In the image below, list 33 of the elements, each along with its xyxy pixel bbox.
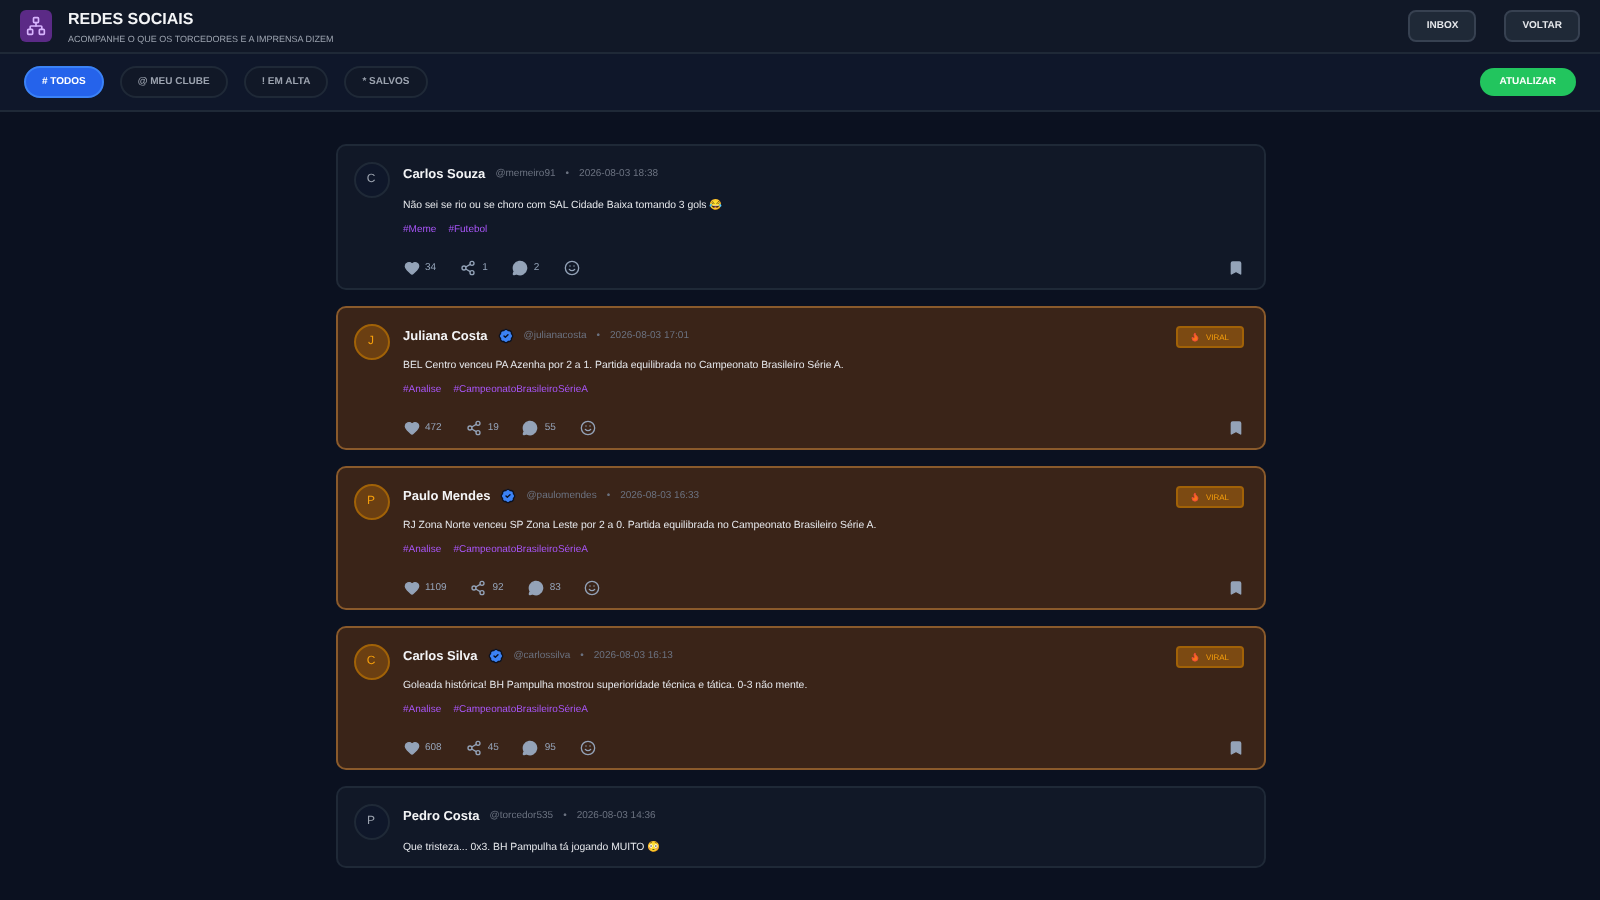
bookmark-icon <box>1227 740 1243 756</box>
smiley-icon <box>563 260 580 276</box>
share-icon <box>465 420 482 436</box>
bookmark-icon <box>1227 580 1243 596</box>
heart-icon <box>403 580 419 596</box>
reaction-button[interactable] <box>563 260 580 276</box>
speech-bubble-icon <box>527 580 544 596</box>
speech-bubble-icon <box>522 420 539 436</box>
reaction-button[interactable] <box>579 420 596 436</box>
flame-icon <box>1189 651 1200 661</box>
reaction-button[interactable] <box>579 740 596 756</box>
share-icon <box>470 580 487 596</box>
bookmark-button[interactable] <box>1227 260 1243 276</box>
bookmark-button[interactable] <box>1227 420 1243 436</box>
reaction-button[interactable] <box>584 580 601 596</box>
flame-icon <box>1189 331 1200 341</box>
speech-bubble-icon <box>522 740 539 756</box>
network-icon <box>26 16 46 36</box>
smiley-icon <box>584 580 601 596</box>
speech-bubble-icon <box>511 260 528 276</box>
page-title: REDES SOCIAIS <box>68 9 196 27</box>
share-icon <box>460 260 477 276</box>
smiley-icon <box>579 740 596 756</box>
heart-icon <box>403 740 419 756</box>
share-icon <box>465 740 482 756</box>
flame-icon <box>1189 491 1200 501</box>
bookmark-icon <box>1227 420 1243 436</box>
smiley-icon <box>579 420 596 436</box>
bookmark-button[interactable] <box>1227 740 1243 756</box>
heart-icon <box>403 420 419 436</box>
bookmark-button[interactable] <box>1227 580 1243 596</box>
bookmark-icon <box>1227 260 1243 276</box>
heart-icon <box>403 260 419 276</box>
